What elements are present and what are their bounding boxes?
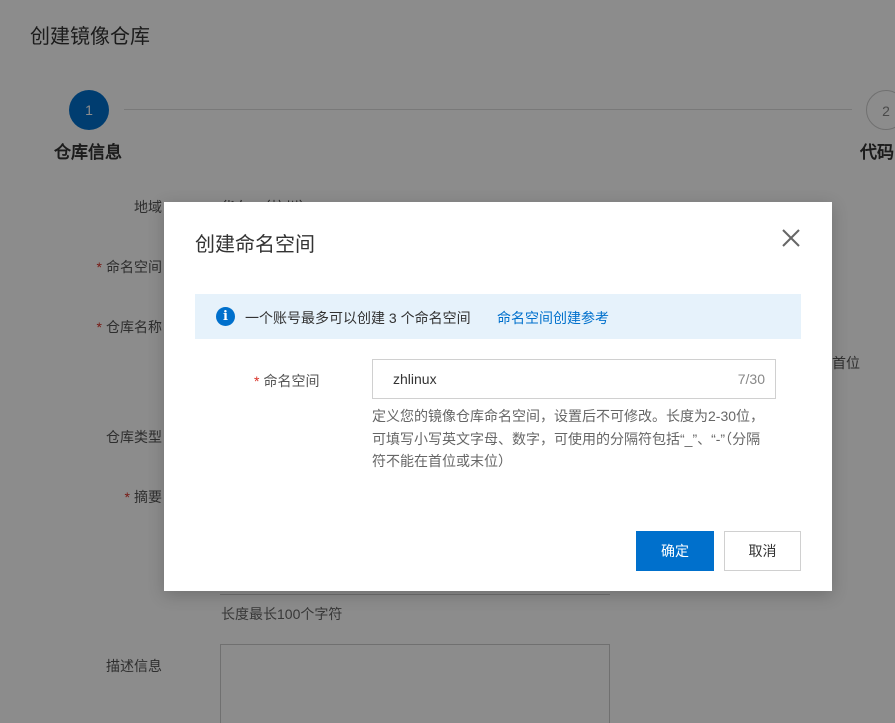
dialog-title: 创建命名空间 [195,234,315,256]
namespace-reference-link[interactable]: 命名空间创建参考 [497,308,609,328]
cancel-button[interactable]: 取消 [724,531,801,571]
required-mark: * [254,373,260,389]
info-notice: i 一个账号最多可以创建 3 个命名空间 命名空间创建参考 [195,294,801,339]
namespace-input[interactable] [373,360,713,398]
namespace-input-wrapper: 7/30 [372,359,776,399]
confirm-button[interactable]: 确定 [636,531,714,571]
close-icon[interactable] [779,226,803,250]
namespace-field-label-text: 命名空间 [263,373,320,389]
close-icon-glyph [782,229,800,247]
info-text: 一个账号最多可以创建 3 个命名空间 [245,310,471,326]
info-icon: i [216,307,235,326]
character-counter: 7/30 [737,371,765,387]
create-namespace-dialog: 创建命名空间 i 一个账号最多可以创建 3 个命名空间 命名空间创建参考 * 命名… [164,202,832,591]
namespace-help-text: 定义您的镜像仓库命名空间，设置后不可修改。长度为2-30位，可填写小写英文字母、… [372,408,765,469]
namespace-field-label: * 命名空间 [254,371,319,391]
